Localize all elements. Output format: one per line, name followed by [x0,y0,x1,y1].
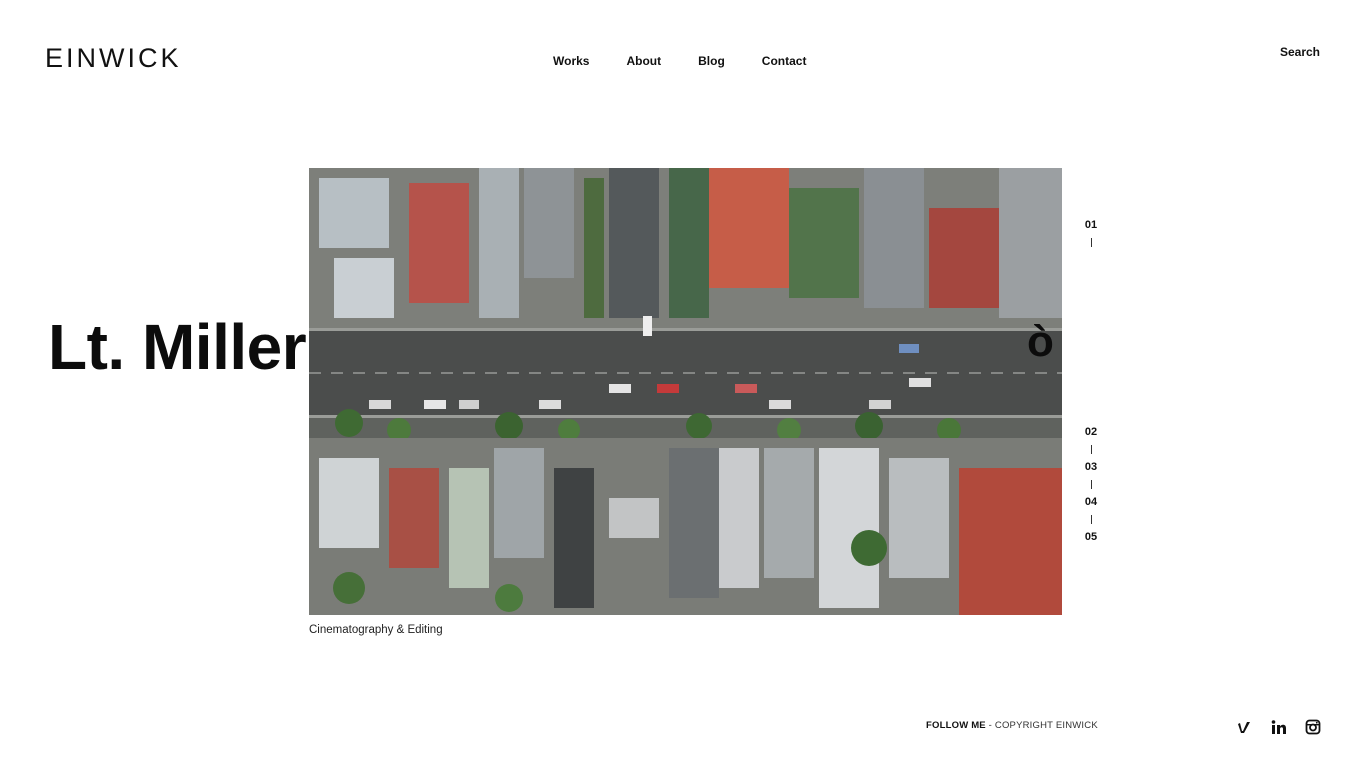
nav-blog[interactable]: Blog [698,54,725,68]
linkedin-icon[interactable] [1271,719,1287,735]
copyright-text: COPYRIGHT EINWICK [994,720,1098,731]
page: EINWICK Works About Blog Contact Search [0,0,1366,768]
slide-pager: 01 02 03 04 05 [1079,218,1103,544]
current-slide-indicator: ò [1027,317,1054,366]
pager-divider [1090,515,1092,524]
pager-item-04[interactable]: 04 [1079,495,1103,509]
follow-me-label: FOLLOW ME [926,720,986,731]
main-nav: Works About Blog Contact [553,54,806,68]
footer-text: FOLLOW ME - COPYRIGHT EINWICK [926,720,1098,731]
hero-image-graphic [309,168,1062,615]
hero-image[interactable] [309,168,1062,615]
pager-divider [1090,480,1092,489]
nav-works[interactable]: Works [553,54,589,68]
pager-divider [1090,445,1092,454]
vimeo-icon[interactable] [1237,719,1253,735]
nav-about[interactable]: About [626,54,661,68]
pager-item-03[interactable]: 03 [1079,460,1103,474]
pager-item-02[interactable]: 02 [1079,425,1103,439]
pager-item-05[interactable]: 05 [1079,530,1103,544]
social-links [1237,719,1321,735]
project-caption: Cinematography & Editing [309,624,443,636]
site-logo[interactable]: EINWICK [45,44,182,72]
pager-item-01[interactable]: 01 [1079,218,1103,232]
nav-contact[interactable]: Contact [762,54,807,68]
search-link[interactable]: Search [1280,45,1320,59]
pager-divider [1090,238,1092,247]
project-title[interactable]: Lt. Miller [48,308,307,386]
instagram-icon[interactable] [1305,719,1321,735]
